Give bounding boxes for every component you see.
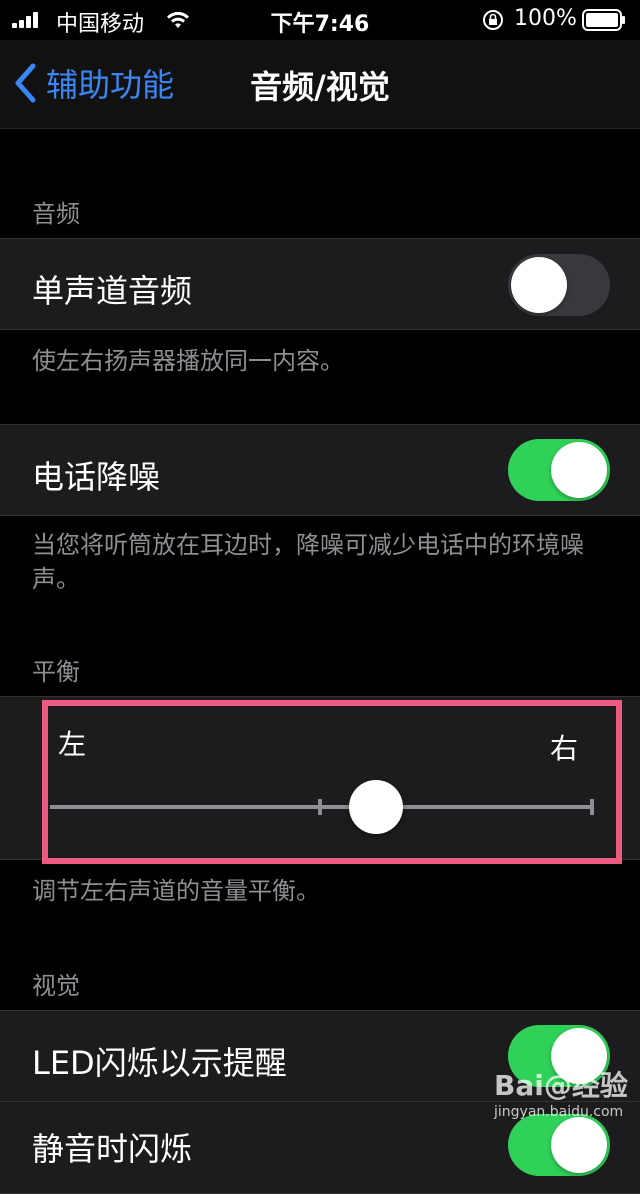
mono-audio-label: 单声道音频 [32,272,193,310]
noise-cancel-footer: 当您将听筒放在耳边时，降噪可减少电话中的环境噪声。 [32,531,584,593]
section-header-balance: 平衡 [32,658,80,686]
watermark: Bai@经验 jingyan.baidu.com [490,1064,630,1124]
noise-cancel-row: 电话降噪 [0,424,640,516]
battery-percentage: 100% [514,6,577,31]
balance-footer: 调节左右声道的音量平衡。 [32,877,320,905]
rotation-lock-icon [483,10,503,30]
watermark-logo: Bai@经验 [494,1069,628,1102]
section-header-audio: 音频 [32,200,80,228]
navigation-bar: 辅助功能 音频/视觉 [0,40,640,129]
battery-icon [582,9,625,31]
mono-audio-footer: 使左右扬声器播放同一内容。 [32,347,344,375]
section-header-visual: 视觉 [32,972,80,1000]
noise-cancel-toggle[interactable] [508,439,610,501]
highlight-frame [42,700,622,864]
mono-audio-row: 单声道音频 [0,238,640,330]
page-title: 音频/视觉 [250,68,390,106]
noise-cancel-label: 电话降噪 [32,458,161,496]
led-flash-label: LED闪烁以示提醒 [32,1044,287,1082]
status-bar: 中国移动 下午7:46 100% [0,0,640,40]
watermark-url: jingyan.baidu.com [494,1104,624,1120]
mono-audio-toggle[interactable] [508,254,610,316]
silent-flash-label: 静音时闪烁 [32,1130,193,1168]
toggle-knob [551,1117,607,1173]
toggle-knob [551,442,607,498]
toggle-knob [511,257,567,313]
